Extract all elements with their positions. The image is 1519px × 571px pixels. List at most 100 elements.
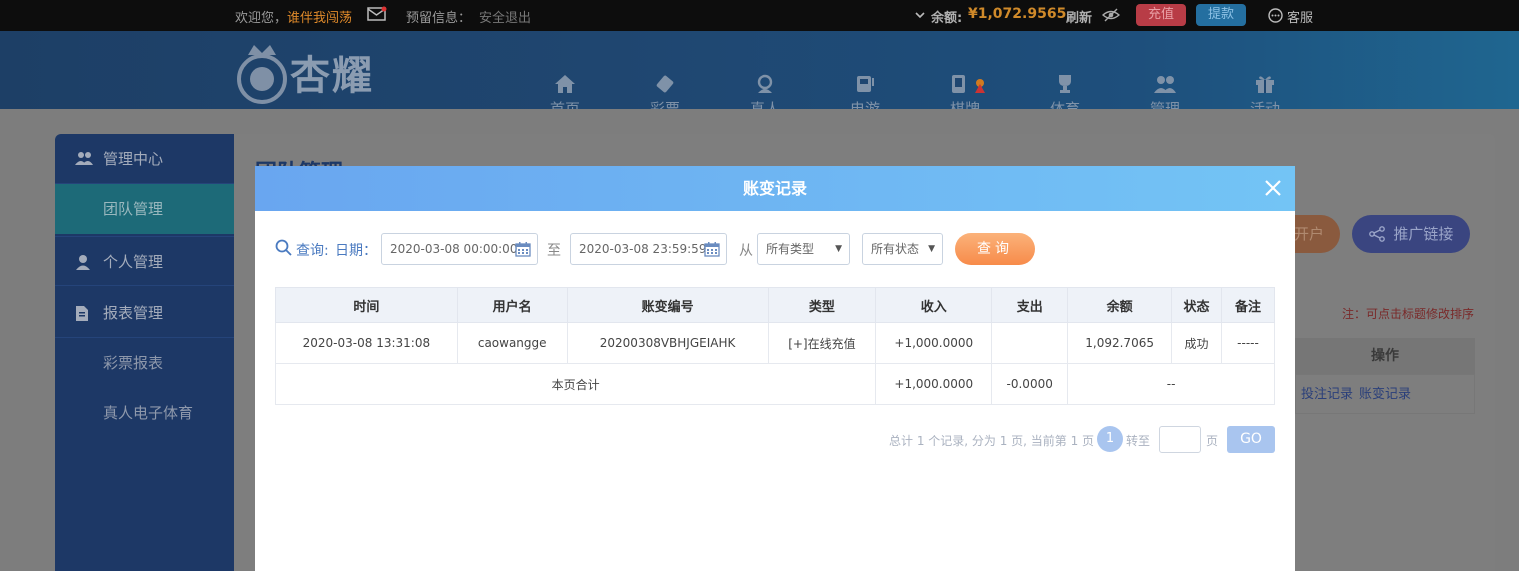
chat-icon[interactable] — [1268, 8, 1283, 27]
live-icon — [757, 74, 773, 93]
eye-off-icon[interactable] — [1101, 8, 1121, 26]
top-bar: 欢迎您， 谁伴我闯荡 预留信息： 安全退出 余额: ¥1,072.9565 刷新… — [0, 0, 1519, 31]
type-select-value: 所有类型 — [766, 242, 815, 256]
sidebar-item-live-report[interactable]: 真人电子体育 — [55, 388, 234, 438]
date-to-input[interactable]: 2020-03-08 23:59:59 — [570, 233, 727, 265]
sidebar-section-label: 个人管理 — [103, 253, 164, 271]
sidebar-item-team[interactable]: 团队管理 — [55, 184, 234, 234]
pager-page-unit: 页 — [1206, 434, 1219, 448]
chevron-down-icon[interactable] — [915, 9, 925, 24]
notice-label: 预留信息： — [406, 11, 472, 26]
recharge-button[interactable]: 充值 — [1136, 4, 1187, 26]
ops-header: 操作 — [1295, 338, 1475, 374]
pager-current-page[interactable]: 1 — [1097, 426, 1123, 452]
balance-label: 余额: — [931, 11, 963, 26]
account-record-link[interactable]: 账变记录 — [1359, 387, 1411, 402]
cell-serial: 20200308VBHJGEIAHK — [566, 322, 769, 364]
pager-go-button[interactable]: GO — [1227, 426, 1275, 453]
col-status[interactable]: 状态 — [1171, 287, 1223, 323]
lottery-icon — [656, 75, 674, 93]
date-to-value: 2020-03-08 23:59:59 — [579, 242, 707, 256]
service-link[interactable]: 客服 — [1287, 7, 1313, 26]
users-icon — [1154, 76, 1176, 93]
query-label: 查询: — [296, 243, 329, 259]
date-label: 日期： — [335, 243, 377, 259]
logout-link[interactable]: 安全退出 — [479, 7, 531, 26]
caret-down-icon: ▼ — [835, 244, 842, 254]
type-select[interactable]: 所有类型 ▼ — [757, 233, 850, 265]
date-from-value: 2020-03-08 00:00:00 — [390, 242, 518, 256]
col-username[interactable]: 用户名 — [456, 287, 568, 323]
cards-icon — [952, 75, 985, 93]
col-serial[interactable]: 账变编号 — [566, 287, 769, 323]
table-row: 2020-03-08 13:31:08 caowangge 20200308VB… — [275, 322, 1275, 364]
cell-type: [+]在线充值 — [767, 322, 877, 364]
pager-info: 总计 1 个记录, 分为 1 页, 当前第 1 页 — [889, 434, 1095, 448]
ops-cell: 投注记录 账变记录 — [1295, 374, 1475, 414]
brand-logo-text: 杏耀 — [290, 53, 374, 99]
cell-remark: ----- — [1221, 322, 1275, 364]
sort-note: 注：可点击标题修改排序 — [1342, 307, 1475, 321]
share-icon — [1368, 226, 1385, 242]
refresh-link[interactable]: 刷新 — [1066, 7, 1092, 26]
sidebar: 管理中心 团队管理 个人管理 报表管理 彩票报表 真人电子体育 — [55, 134, 234, 571]
gift-icon — [1256, 76, 1274, 93]
cell-balance: 1,092.7065 — [1067, 322, 1173, 364]
mail-icon[interactable] — [367, 6, 387, 26]
sidebar-item-lottery-report[interactable]: 彩票报表 — [55, 338, 234, 388]
col-time[interactable]: 时间 — [275, 287, 458, 323]
summary-balance: -- — [1067, 363, 1275, 405]
modal-header: 账变记录 — [255, 166, 1295, 211]
calendar-icon[interactable] — [704, 241, 720, 257]
modal-title: 账变记录 — [742, 179, 807, 198]
calendar-icon[interactable] — [515, 241, 531, 257]
sidebar-section-label: 报表管理 — [103, 304, 164, 322]
pager-goto-label: 转至 — [1126, 434, 1151, 448]
slot-icon — [857, 76, 874, 92]
col-expense[interactable]: 支出 — [991, 287, 1069, 323]
summary-label: 本页合计 — [274, 363, 877, 405]
promo-link-label: 推广链接 — [1393, 225, 1454, 243]
col-type[interactable]: 类型 — [767, 287, 877, 323]
sidebar-section-personal[interactable]: 个人管理 — [55, 236, 234, 286]
account-change-modal: 账变记录 查询: 日期： 2020-03-08 00:00:00 至 2020-… — [255, 166, 1295, 571]
bet-record-link[interactable]: 投注记录 — [1301, 387, 1353, 402]
col-remark[interactable]: 备注 — [1221, 287, 1275, 323]
query-button[interactable]: 查询 — [955, 233, 1035, 265]
main-header: 杏耀 首页 彩票 真人 电游 棋牌 体育 管理 活动 — [0, 31, 1519, 118]
cell-username: caowangge — [456, 322, 568, 364]
date-from-input[interactable]: 2020-03-08 00:00:00 — [381, 233, 538, 265]
summary-row: 本页合计 +1,000.0000 -0.0000 -- — [274, 363, 1275, 405]
summary-expense: -0.0000 — [991, 363, 1069, 405]
cell-status: 成功 — [1171, 322, 1223, 364]
col-balance[interactable]: 余额 — [1067, 287, 1173, 323]
trophy-icon — [1059, 75, 1071, 93]
home-icon — [555, 75, 575, 93]
account-change-table: 时间 用户名 账变编号 类型 收入 支出 余额 状态 备注 2020-03-08… — [274, 287, 1275, 405]
close-icon[interactable] — [1261, 176, 1285, 200]
balance-value: ¥1,072.9565 — [968, 6, 1067, 22]
sidebar-section-label: 管理中心 — [103, 150, 164, 168]
user-icon — [76, 255, 90, 270]
welcome-text: 欢迎您， — [235, 11, 288, 26]
pager-page-input[interactable] — [1159, 426, 1201, 453]
document-icon — [76, 306, 88, 321]
status-select[interactable]: 所有状态 ▼ — [862, 233, 943, 265]
cell-time: 2020-03-08 13:31:08 — [275, 322, 458, 364]
status-select-value: 所有状态 — [871, 242, 920, 256]
col-income[interactable]: 收入 — [875, 287, 993, 323]
summary-income: +1,000.0000 — [875, 363, 993, 405]
users-icon — [75, 152, 93, 165]
cell-income: +1,000.0000 — [875, 322, 993, 364]
username-link[interactable]: 谁伴我闯荡 — [287, 7, 352, 26]
from-label: 从 — [739, 243, 753, 259]
table-header-row: 时间 用户名 账变编号 类型 收入 支出 余额 状态 备注 — [275, 287, 1275, 323]
cell-expense — [991, 322, 1069, 364]
promo-link-button[interactable]: 推广链接 — [1352, 215, 1470, 253]
search-icon — [275, 239, 292, 260]
sidebar-section-reports[interactable]: 报表管理 — [55, 288, 234, 338]
caret-down-icon: ▼ — [928, 244, 935, 254]
withdraw-button[interactable]: 提款 — [1196, 4, 1247, 26]
to-label: 至 — [547, 243, 561, 259]
sidebar-section-admin[interactable]: 管理中心 — [55, 134, 234, 184]
